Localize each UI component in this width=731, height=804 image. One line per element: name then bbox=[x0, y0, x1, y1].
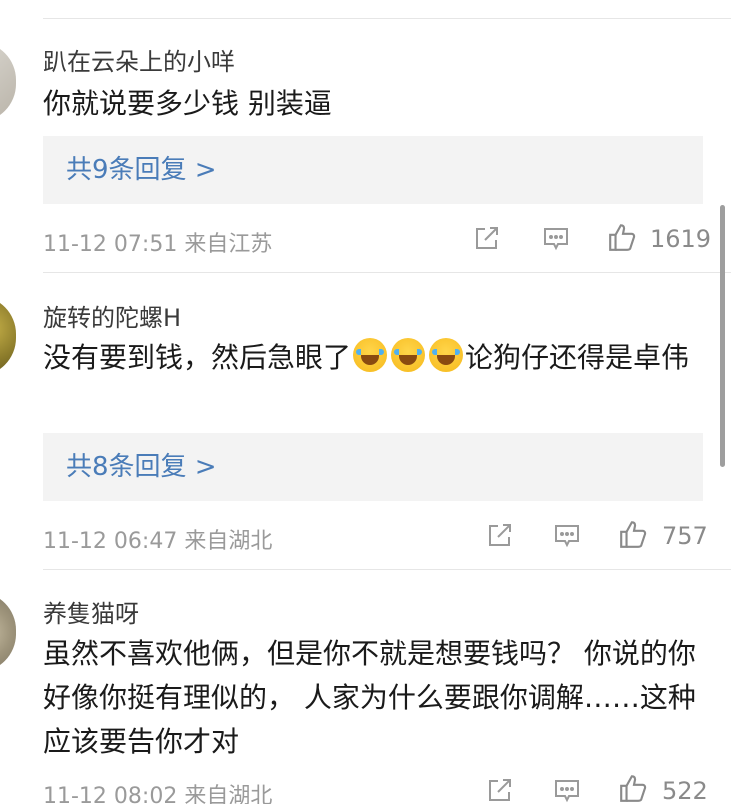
laughing-tears-emoji bbox=[391, 338, 426, 372]
avatar[interactable] bbox=[0, 296, 16, 376]
share-icon[interactable] bbox=[485, 520, 515, 550]
laughing-tears-emoji bbox=[353, 338, 388, 372]
share-icon[interactable] bbox=[472, 223, 502, 253]
divider bbox=[43, 272, 731, 273]
replies-panel[interactable]: 共8条回复 > bbox=[43, 433, 703, 501]
comment-meta: 11-12 08:02 来自湖北 bbox=[43, 784, 273, 804]
comment-icon[interactable] bbox=[541, 223, 571, 253]
comment-text: 虽然不喜欢他俩，但是你不就是想要钱吗？ 你说的你好像你挺有理似的， 人家为什么要… bbox=[43, 637, 696, 758]
username[interactable]: 养隻猫呀 bbox=[43, 594, 139, 629]
scrollbar[interactable] bbox=[720, 205, 725, 467]
thumbs-up-icon[interactable] bbox=[607, 221, 639, 253]
divider bbox=[43, 569, 731, 570]
like-count: 757 bbox=[662, 522, 708, 550]
comment-icon[interactable] bbox=[552, 775, 582, 804]
comment-text: 没有要到钱，然后急眼了 论狗仔还得是卓伟 bbox=[43, 336, 703, 380]
view-replies-link[interactable]: 共8条回复 > bbox=[66, 433, 217, 501]
avatar[interactable] bbox=[0, 592, 16, 672]
comment-meta: 11-12 06:47 来自湖北 bbox=[43, 529, 273, 554]
username[interactable]: 趴在云朵上的小咩 bbox=[43, 42, 235, 77]
share-icon[interactable] bbox=[485, 775, 515, 804]
comment-icon[interactable] bbox=[552, 520, 582, 550]
comment-meta: 11-12 07:51 来自江苏 bbox=[43, 232, 273, 257]
comment-list: 趴在云朵上的小咩 你就说要多少钱 别装逼 共9条回复 > 11-12 07:51… bbox=[0, 0, 731, 804]
like-count: 1619 bbox=[650, 225, 712, 253]
thumbs-up-icon[interactable] bbox=[618, 772, 650, 804]
laughing-tears-emoji bbox=[429, 338, 464, 372]
comment-text-part: 论狗仔还得是卓伟 bbox=[465, 341, 690, 374]
username[interactable]: 旋转的陀螺H bbox=[43, 298, 181, 333]
thumbs-up-icon[interactable] bbox=[618, 518, 650, 550]
avatar[interactable] bbox=[0, 42, 16, 122]
like-count: 522 bbox=[662, 777, 708, 804]
divider bbox=[43, 18, 731, 19]
view-replies-link[interactable]: 共9条回复 > bbox=[66, 136, 217, 204]
replies-panel[interactable]: 共9条回复 > bbox=[43, 136, 703, 204]
comment-text-part: 没有要到钱，然后急眼了 bbox=[43, 341, 352, 374]
comment-text: 你就说要多少钱 别装逼 bbox=[43, 87, 332, 120]
